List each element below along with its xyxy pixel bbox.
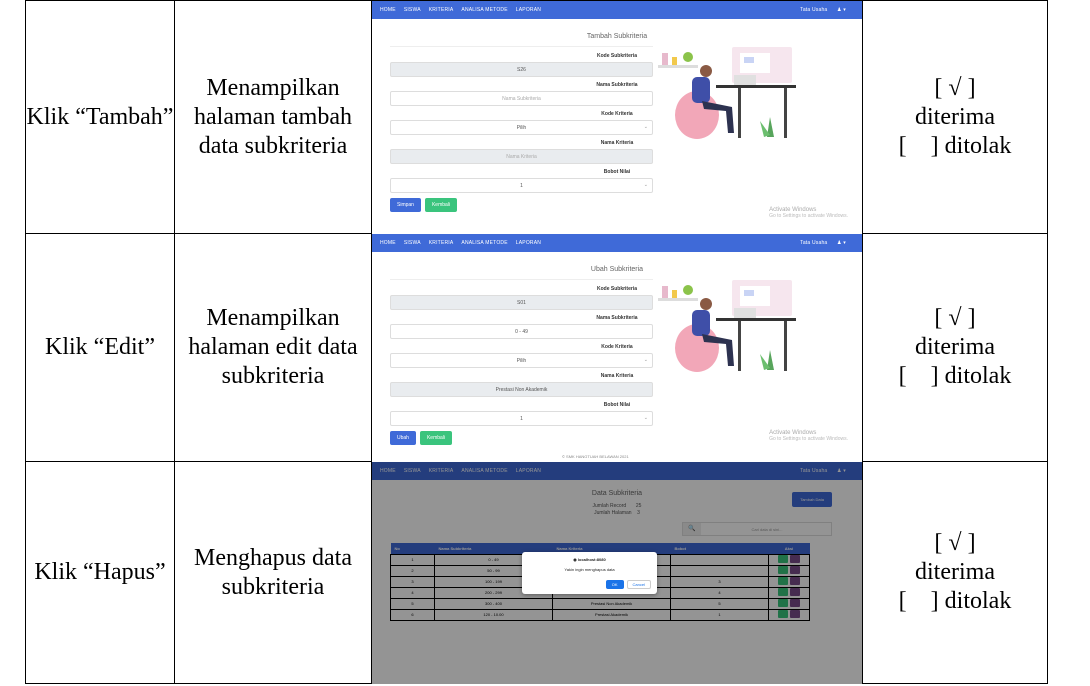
navbar: HOME SISWA KRITERIA ANALISA METODE LAPOR… (372, 234, 862, 252)
screenshot-cell: HOME SISWA KRITERIA ANALISA METODE LAPOR… (371, 233, 863, 462)
kode-sub-field[interactable]: S26 (390, 62, 653, 77)
nama-sub-field[interactable]: 0 - 49 (390, 324, 653, 339)
bobot-select[interactable]: 1 ⌄ (390, 411, 653, 426)
select-value: Pilih (516, 358, 527, 364)
activate-windows-watermark: Activate Windows Go to Settings to activ… (769, 207, 848, 219)
dialog-buttons: OK Cancel (605, 580, 651, 589)
illustration-person-laptop (658, 280, 796, 372)
illustration-person-laptop (658, 47, 796, 139)
screenshot-cell: HOME SISWA KRITERIA ANALISA METODE LAPOR… (371, 0, 863, 234)
screenshot-hapus: HOME SISWA KRITERIA ANALISA METODE LAPOR… (372, 462, 862, 684)
chevron-down-icon: ⌄ (643, 124, 648, 130)
result-accepted: [ √ ] diterima (915, 530, 995, 585)
table-row: Klik “Hapus” Menghapus data subkriteria … (25, 461, 1048, 684)
result-accepted: [ √ ] diterima (915, 305, 995, 360)
action-cell: Klik “Edit” (25, 233, 175, 462)
user-icon: ♟ ▾ (837, 7, 846, 13)
action-cell: Klik “Tambah” (25, 0, 175, 234)
cancel-button[interactable]: Cancel (626, 580, 651, 589)
page-footer: © SMK HANGTUAH BELAWAN 2021 (562, 454, 629, 459)
chevron-down-icon: ⌄ (643, 357, 648, 363)
confirm-dialog: ◉ localhost:8080 Yakin ingin menghapus d… (522, 552, 657, 594)
test-table: Klik “Tambah” Menampilkan halaman tambah… (25, 0, 1048, 684)
label-bobot: Bobot Nilai (603, 402, 631, 408)
nav-kriteria[interactable]: KRITERIA (429, 7, 454, 13)
select-value: 1 (520, 416, 523, 422)
activate-sub: Go to Settings to activate Windows. (769, 213, 848, 219)
bobot-select[interactable]: 1 ⌄ (390, 178, 653, 193)
screenshot-tambah: HOME SISWA KRITERIA ANALISA METODE LAPOR… (372, 1, 862, 234)
divider (390, 279, 653, 280)
action-cell: Klik “Hapus” (25, 461, 175, 684)
chevron-down-icon: ⌄ (643, 415, 648, 421)
nav-laporan[interactable]: LAPORAN (516, 240, 541, 246)
result-rejected: [ ] ditolak (898, 588, 1012, 614)
nav-siswa[interactable]: SISWA (404, 7, 421, 13)
result-cell: [ √ ] diterima [ ] ditolak (862, 233, 1048, 462)
nav-analisa[interactable]: ANALISA METODE (461, 240, 507, 246)
expected-cell: Menghapus data subkriteria (174, 461, 372, 684)
table-row: Klik “Edit” Menampilkan halaman edit dat… (25, 233, 1048, 462)
test-results-document: Klik “Tambah” Menampilkan halaman tambah… (0, 0, 1090, 686)
back-button[interactable]: Kembali (419, 431, 453, 445)
nav-analisa[interactable]: ANALISA METODE (461, 7, 507, 13)
select-value: Pilih (516, 125, 527, 131)
back-button[interactable]: Kembali (424, 198, 458, 212)
nav-user[interactable]: Tata Usaha ♟ ▾ (800, 7, 854, 13)
nav-home[interactable]: HOME (380, 7, 396, 13)
result-accepted: [ √ ] diterima (915, 74, 995, 130)
dialog-message: Yakin ingin menghapus data (564, 567, 615, 572)
activate-sub: Go to Settings to activate Windows. (769, 436, 848, 442)
navbar: HOME SISWA KRITERIA ANALISA METODE LAPOR… (372, 1, 862, 19)
nav-siswa[interactable]: SISWA (404, 240, 421, 246)
expected-cell: Menampilkan halaman tambah data subkrite… (174, 0, 372, 234)
divider (390, 46, 653, 47)
save-button[interactable]: Simpan (390, 198, 421, 212)
chevron-down-icon: ⌄ (643, 182, 648, 188)
label-bobot: Bobot Nilai (603, 169, 631, 175)
nav-kriteria[interactable]: KRITERIA (429, 240, 454, 246)
kode-krit-select[interactable]: Pilih ⌄ (390, 120, 653, 135)
dialog-host-text: localhost:8080 (577, 557, 606, 562)
update-button[interactable]: Ubah (390, 431, 416, 445)
nama-sub-field[interactable]: Nama Subkriteria (390, 91, 653, 106)
select-value: 1 (520, 183, 523, 189)
user-name: Tata Usaha (800, 240, 828, 246)
result-rejected: [ ] ditolak (898, 363, 1012, 389)
ok-button[interactable]: OK (605, 580, 624, 589)
activate-windows-watermark: Activate Windows Go to Settings to activ… (769, 430, 848, 442)
screenshot-cell: HOME SISWA KRITERIA ANALISA METODE LAPOR… (371, 461, 863, 684)
result-cell: [ √ ] diterima [ ] ditolak (862, 0, 1048, 234)
table-row: Klik “Tambah” Menampilkan halaman tambah… (25, 0, 1048, 234)
nama-krit-field[interactable]: Nama Kriteria (390, 149, 653, 164)
dialog-host: ◉ localhost:8080 (528, 557, 651, 562)
kode-krit-select[interactable]: Pilih ⌄ (390, 353, 653, 368)
expected-cell: Menampilkan halaman edit data subkriteri… (174, 233, 372, 462)
result-cell: [ √ ] diterima [ ] ditolak (862, 461, 1048, 684)
result-rejected: [ ] ditolak (898, 132, 1012, 159)
kode-sub-field[interactable]: S01 (390, 295, 653, 310)
user-icon: ♟ ▾ (837, 240, 846, 246)
nav-user[interactable]: Tata Usaha ♟ ▾ (800, 240, 854, 246)
nama-krit-field[interactable]: Prestasi Non Akademik (390, 382, 653, 397)
nav-laporan[interactable]: LAPORAN (516, 7, 541, 13)
globe-icon: ◉ (573, 557, 577, 562)
nav-home[interactable]: HOME (380, 240, 396, 246)
user-name: Tata Usaha (800, 7, 828, 13)
screenshot-edit: HOME SISWA KRITERIA ANALISA METODE LAPOR… (372, 234, 862, 462)
